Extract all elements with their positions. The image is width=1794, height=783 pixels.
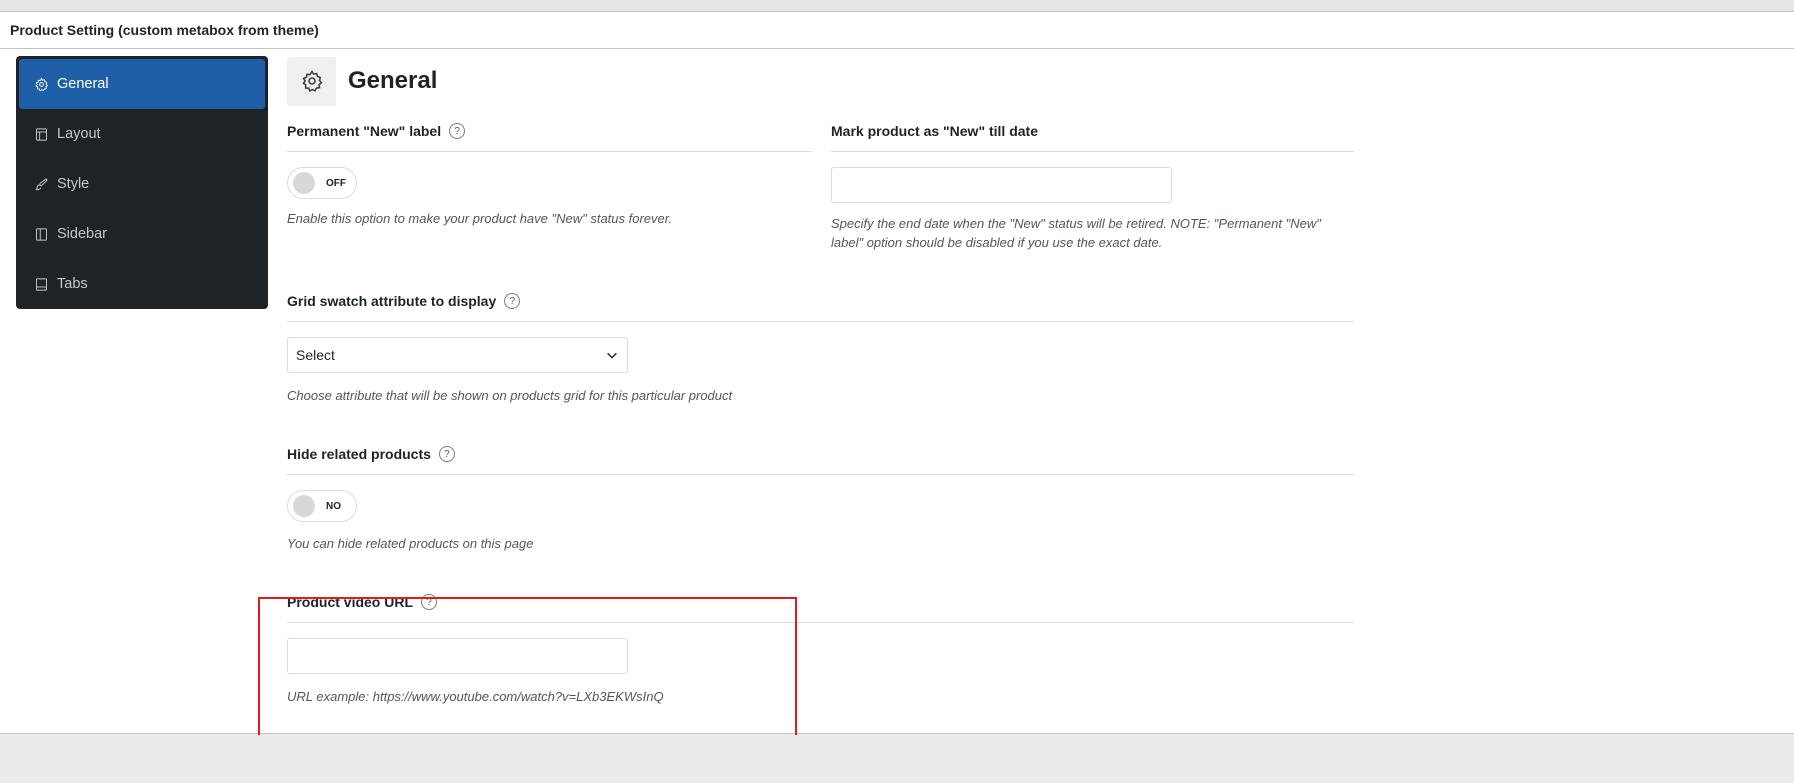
select-value: Select <box>296 347 335 363</box>
field-label: Grid swatch attribute to display ? <box>287 290 1354 312</box>
field-label: Permanent "New" label ? <box>287 120 812 142</box>
sidebar-item-general[interactable]: General <box>19 59 265 109</box>
field-label: Mark product as "New" till date <box>831 120 1354 142</box>
field-description: Specify the end date when the "New" stat… <box>831 216 1321 250</box>
toggle-knob <box>293 172 315 194</box>
toggle-knob <box>293 495 315 517</box>
sidebar-item-label: Tabs <box>57 276 88 292</box>
metabox-title: Product Setting (custom metabox from the… <box>10 22 319 38</box>
field-label-text: Hide related products <box>287 446 431 462</box>
toggle-state: NO <box>326 500 341 512</box>
sidebar-item-label: Sidebar <box>57 226 107 242</box>
sidebar-item-label: General <box>57 76 109 92</box>
sidebar-item-sidebar[interactable]: Sidebar <box>19 209 265 259</box>
field-label-text: Grid swatch attribute to display <box>287 293 497 309</box>
settings-sidebar: General Layout Style Sidebar Tabs <box>16 56 268 309</box>
gear-icon <box>33 76 49 92</box>
grid-swatch-select[interactable]: Select <box>287 337 628 373</box>
field-label-text: Mark product as "New" till date <box>831 123 1038 139</box>
highlight-box <box>258 597 797 739</box>
field-hide-related: Hide related products ? NO You can hide … <box>287 443 1354 553</box>
sidebar-item-style[interactable]: Style <box>19 159 265 209</box>
divider <box>287 151 812 152</box>
section-header: General <box>287 56 1354 106</box>
help-icon[interactable]: ? <box>504 293 521 309</box>
field-description: Choose attribute that will be shown on p… <box>287 388 733 403</box>
help-icon[interactable]: ? <box>449 123 466 139</box>
sidebar-item-label: Layout <box>57 126 101 142</box>
chevron-down-icon <box>607 352 617 359</box>
metabox-header: Product Setting (custom metabox from the… <box>0 12 1794 49</box>
field-grid-swatch: Grid swatch attribute to display ? Selec… <box>287 290 1354 405</box>
sidebar-item-layout[interactable]: Layout <box>19 109 265 159</box>
field-new-till-date: Mark product as "New" till date Specify … <box>831 120 1354 252</box>
divider <box>287 474 1354 475</box>
toggle-state: OFF <box>326 177 346 189</box>
sidebar-icon <box>33 226 49 242</box>
hide-related-toggle[interactable]: NO <box>287 490 357 522</box>
field-label: Hide related products ? <box>287 443 1354 465</box>
layout-icon <box>33 126 49 142</box>
page-background <box>0 735 1794 783</box>
field-description: You can hide related products on this pa… <box>287 536 534 551</box>
divider <box>287 321 1354 322</box>
permanent-new-toggle[interactable]: OFF <box>287 167 357 199</box>
gear-icon <box>287 56 336 106</box>
field-description: Enable this option to make your product … <box>287 211 673 226</box>
field-row-new: Permanent "New" label ? OFF Enable this … <box>287 120 1354 252</box>
sidebar-item-label: Style <box>57 176 90 192</box>
field-permanent-new: Permanent "New" label ? OFF Enable this … <box>287 120 812 252</box>
sidebar-item-tabs[interactable]: Tabs <box>19 259 265 309</box>
divider <box>831 151 1354 152</box>
tabs-icon <box>33 276 49 292</box>
page-title: General <box>348 67 438 94</box>
help-icon[interactable]: ? <box>438 446 455 462</box>
new-till-date-input[interactable] <box>831 167 1172 203</box>
field-label-text: Permanent "New" label <box>287 123 442 139</box>
brush-icon <box>33 176 49 192</box>
top-strip <box>0 0 1794 12</box>
